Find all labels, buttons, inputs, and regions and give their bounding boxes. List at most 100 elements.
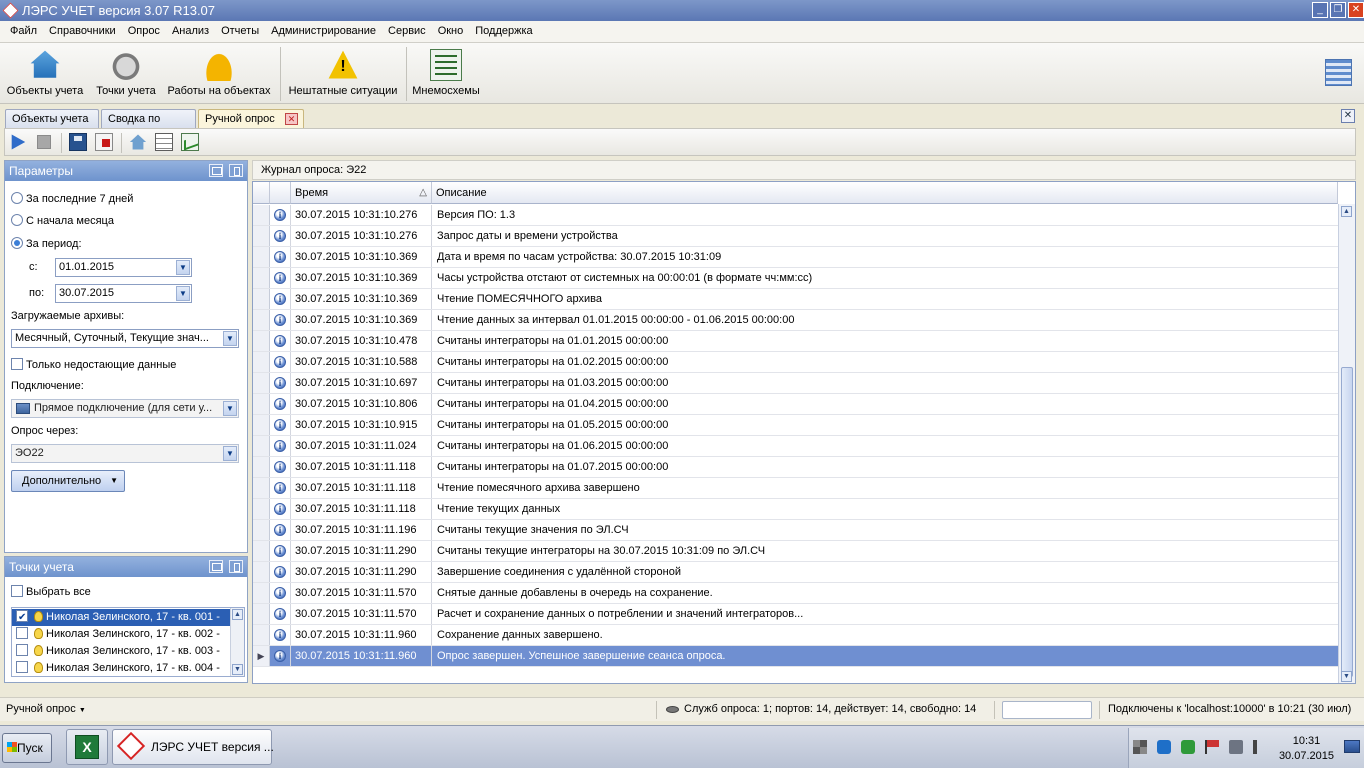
table-row[interactable]: i 30.07.2015 10:31:10.276 Запрос даты и вр… xyxy=(253,226,1338,247)
chevron-down-icon[interactable]: ▼ xyxy=(176,286,190,301)
table-row[interactable]: i 30.07.2015 10:31:10.276 Версия ПО: 1.3 xyxy=(253,205,1338,226)
ribbon-works-button[interactable]: Работы на объектах xyxy=(164,43,274,103)
radio-month-start[interactable]: С начала месяца xyxy=(11,214,114,227)
menu-support[interactable]: Поддержка xyxy=(469,21,538,42)
row-selector[interactable] xyxy=(253,247,270,267)
table-row[interactable]: i 30.07.2015 10:31:10.806 Считаны интеграт… xyxy=(253,394,1338,415)
date-to-field[interactable]: 30.07.2015 ▼ xyxy=(55,284,192,303)
row-selector[interactable] xyxy=(253,583,270,603)
table-row[interactable]: i 30.07.2015 10:31:11.118 Считаны интеграт… xyxy=(253,457,1338,478)
table-row[interactable]: i 30.07.2015 10:31:10.478 Считаны интеграт… xyxy=(253,331,1338,352)
scroll-down-icon[interactable]: ▼ xyxy=(1341,671,1352,682)
chevron-down-icon[interactable]: ▼ xyxy=(223,331,237,346)
list-item[interactable]: Николая Зелинского, 17 - кв. 004 - xyxy=(12,660,230,676)
scroll-up-icon[interactable]: ▲ xyxy=(232,609,243,620)
delete-icon[interactable] xyxy=(95,133,113,151)
menu-analysis[interactable]: Анализ xyxy=(166,21,215,42)
panel-maximize-icon[interactable] xyxy=(209,164,223,177)
table-row[interactable]: i 30.07.2015 10:31:10.915 Считаны интеграт… xyxy=(253,415,1338,436)
show-desktop-icon[interactable] xyxy=(1344,740,1360,753)
house-icon[interactable] xyxy=(129,134,147,150)
menu-administration[interactable]: Администрирование xyxy=(265,21,382,42)
chevron-down-icon[interactable]: ▼ xyxy=(176,260,190,275)
row-selector[interactable] xyxy=(253,436,270,456)
tab-objects[interactable]: Объекты учета xyxy=(5,109,99,128)
table-row[interactable]: i 30.07.2015 10:31:11.570 Расчет и сохране… xyxy=(253,604,1338,625)
table-row[interactable]: i 30.07.2015 10:31:10.588 Считаны интеграт… xyxy=(253,352,1338,373)
menu-file[interactable]: Файл xyxy=(4,21,43,42)
menu-service[interactable]: Сервис xyxy=(382,21,432,42)
mode-dropdown[interactable]: Ручной опрос ▼ xyxy=(6,698,86,721)
windows-flag-icon[interactable] xyxy=(1133,740,1147,754)
checkbox-icon[interactable] xyxy=(16,609,28,626)
ribbon-objects-button[interactable]: Объекты учета xyxy=(2,43,88,103)
row-selector[interactable] xyxy=(253,604,270,624)
date-from-field[interactable]: 01.01.2015 ▼ xyxy=(55,258,192,277)
scroll-down-icon[interactable]: ▼ xyxy=(232,664,243,675)
table-row[interactable]: i 30.07.2015 10:31:10.369 Чтение ПОМЕСЯЧНО… xyxy=(253,289,1338,310)
list-item[interactable]: Николая Зелинского, 17 - кв. 002 - xyxy=(12,626,230,643)
close-window-button[interactable]: ✕ xyxy=(1348,2,1364,18)
table-row[interactable]: i 30.07.2015 10:31:11.196 Считаны текущие … xyxy=(253,520,1338,541)
table-row[interactable]: i 30.07.2015 10:31:11.290 Считаны текущие … xyxy=(253,541,1338,562)
scrollbar-thumb[interactable] xyxy=(1341,367,1353,677)
row-selector[interactable] xyxy=(253,310,270,330)
tab-house-summary[interactable]: Сводка по дому xyxy=(101,109,196,143)
ribbon-schemes-button[interactable]: Мнемосхемы xyxy=(412,43,480,103)
table-row[interactable]: i 30.07.2015 10:31:10.369 Дата и время по … xyxy=(253,247,1338,268)
table-row[interactable]: i 30.07.2015 10:31:10.369 Часы устройства … xyxy=(253,268,1338,289)
ribbon-points-button[interactable]: Точки учета xyxy=(90,43,162,103)
ribbon-emergency-button[interactable]: Нештатные ситуации xyxy=(286,43,400,103)
network-icon[interactable] xyxy=(1157,740,1171,754)
menu-reports[interactable]: Отчеты xyxy=(215,21,265,42)
archives-select[interactable]: Месячный, Суточный, Текущие знач... ▼ xyxy=(11,329,239,348)
time-column-header[interactable]: Время △ xyxy=(291,182,432,204)
table-icon[interactable] xyxy=(155,133,173,151)
table-row[interactable]: i 30.07.2015 10:31:10.697 Считаны интеграт… xyxy=(253,373,1338,394)
row-selector[interactable] xyxy=(253,478,270,498)
taskbar-app-button[interactable]: ЛЭРС УЧЕТ версия ... xyxy=(112,729,274,765)
list-item[interactable]: Николая Зелинского, 17 - кв. 001 - xyxy=(12,609,230,626)
scroll-up-icon[interactable]: ▲ xyxy=(1341,206,1352,217)
description-column-header[interactable]: Описание xyxy=(432,182,1338,204)
table-row[interactable]: i 30.07.2015 10:31:11.118 Чтение текущих д… xyxy=(253,499,1338,520)
layout-list-icon[interactable] xyxy=(1325,59,1352,86)
connection-select[interactable]: Прямое подключение (для сети у... ▼ xyxy=(11,399,239,418)
menu-window[interactable]: Окно xyxy=(432,21,470,42)
panel-pin-icon[interactable] xyxy=(229,560,243,573)
more-options-button[interactable]: Дополнительно ▼ xyxy=(11,470,125,492)
panel-maximize-icon[interactable] xyxy=(209,560,223,573)
chevron-down-icon[interactable]: ▼ xyxy=(223,401,237,416)
row-selector[interactable] xyxy=(253,541,270,561)
checkbox-icon[interactable] xyxy=(16,644,28,656)
stop-icon[interactable] xyxy=(37,135,51,149)
row-selector[interactable] xyxy=(253,226,270,246)
close-document-icon[interactable]: ✕ xyxy=(1341,109,1355,123)
menu-references[interactable]: Справочники xyxy=(43,21,122,42)
panel-pin-icon[interactable] xyxy=(229,164,243,177)
tab-close-icon[interactable]: ✕ xyxy=(285,113,298,125)
table-row[interactable]: i 30.07.2015 10:31:11.960 Сохранение данны… xyxy=(253,625,1338,646)
tab-manual-poll[interactable]: Ручной опрос ✕ xyxy=(198,109,304,128)
row-selector[interactable] xyxy=(253,415,270,435)
volume-icon[interactable] xyxy=(1253,740,1263,754)
missing-only-checkbox[interactable]: Только недостающие данные xyxy=(11,358,176,371)
row-selector[interactable] xyxy=(253,268,270,288)
security-icon[interactable] xyxy=(1181,740,1195,754)
chart-icon[interactable] xyxy=(181,133,199,151)
play-icon[interactable] xyxy=(11,134,26,150)
row-selector[interactable] xyxy=(253,394,270,414)
save-icon[interactable] xyxy=(69,133,87,151)
table-row[interactable]: i 30.07.2015 10:31:11.290 Завершение соеди… xyxy=(253,562,1338,583)
list-item[interactable]: Николая Зелинского, 17 - кв. 003 - xyxy=(12,643,230,660)
maximize-button[interactable]: ❐ xyxy=(1330,2,1346,18)
select-all-checkbox[interactable]: Выбрать все xyxy=(11,585,91,598)
table-row[interactable]: i 30.07.2015 10:31:11.570 Снятые данные до… xyxy=(253,583,1338,604)
row-selector[interactable] xyxy=(253,499,270,519)
points-scrollbar[interactable]: ▲ ▼ xyxy=(230,608,244,676)
radio-last-7-days[interactable]: За последние 7 дней xyxy=(11,192,133,205)
via-select[interactable]: ЭО22 ▼ xyxy=(11,444,239,463)
grid-scrollbar[interactable]: ▲ ▼ xyxy=(1338,204,1355,683)
monitor-icon[interactable] xyxy=(1229,740,1243,754)
radio-period[interactable]: За период: xyxy=(11,237,82,250)
